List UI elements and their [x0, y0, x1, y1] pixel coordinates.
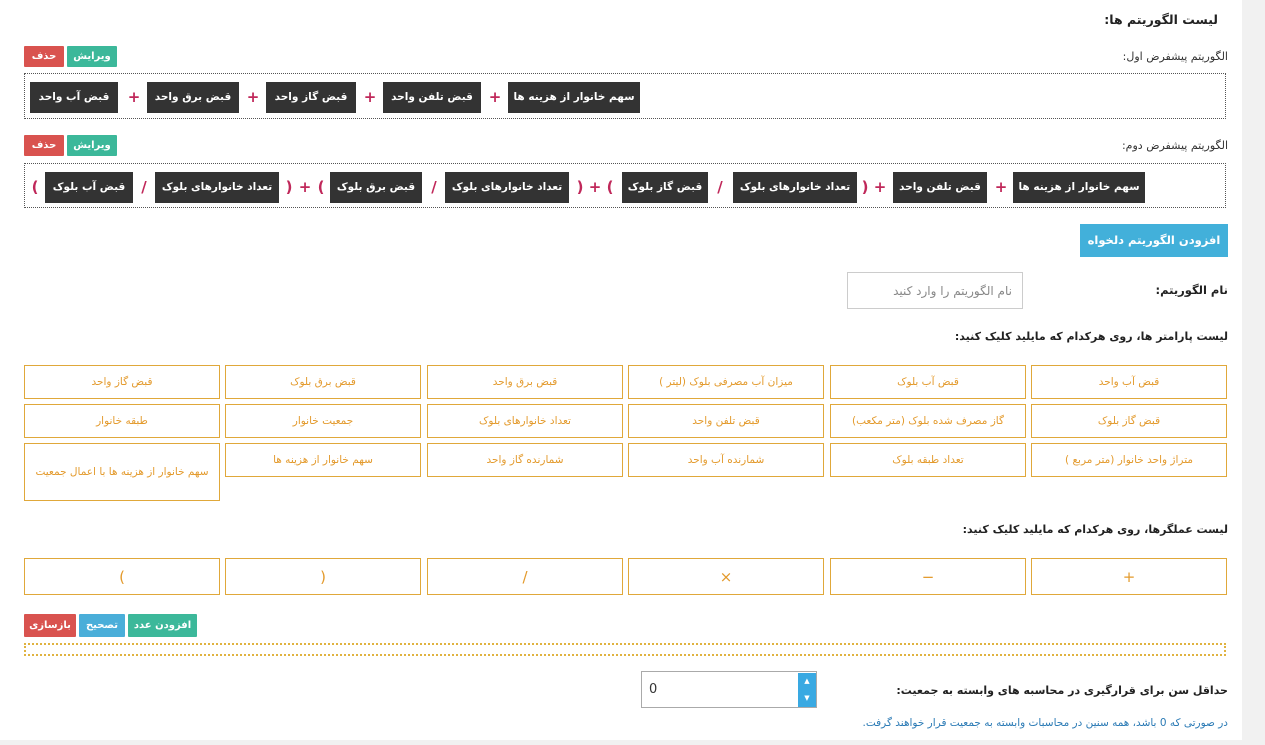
algorithm-1-edit-button[interactable]: ویرایش [67, 46, 117, 67]
page-title: لیست الگوریتم ها: [1104, 12, 1218, 27]
correct-button[interactable]: تصحیح [79, 614, 125, 637]
operator-multiply-button[interactable]: × [628, 558, 824, 595]
formula-operator: ) [317, 178, 325, 196]
formula-operator: ( [285, 178, 293, 196]
spin-down-icon[interactable]: ▼ [798, 690, 816, 707]
formula-operator: + [298, 178, 312, 196]
param-button[interactable]: قبض آب بلوک [830, 365, 1026, 399]
formula-token: سهم خانوار از هزینه ها [1013, 172, 1145, 203]
formula-token: تعداد خانوارهای بلوک [733, 172, 857, 203]
min-age-label: حداقل سن برای قرارگیری در محاسبه های واب… [896, 684, 1228, 697]
param-button[interactable]: تعداد خانوارهای بلوک [427, 404, 623, 438]
add-custom-algorithm-button[interactable]: افزودن الگوریتم دلخواه [1080, 224, 1228, 257]
algorithm-1-formula: سهم خانوار از هزینه ها + قبض تلفن واحد +… [24, 73, 1226, 119]
min-age-note: در صورتی که 0 باشد، همه سنین در محاسبات … [862, 717, 1228, 729]
formula-operator: + [246, 88, 260, 106]
param-button[interactable]: قبض تلفن واحد [628, 404, 824, 438]
param-button[interactable]: قبض برق بلوک [225, 365, 421, 399]
formula-operator: + [488, 88, 502, 106]
param-button[interactable]: طبقه خانوار [24, 404, 220, 438]
param-button[interactable]: قبض گاز بلوک [1031, 404, 1227, 438]
formula-operator: / [431, 178, 437, 196]
formula-operator: ) [606, 178, 614, 196]
formula-token: قبض تلفن واحد [383, 82, 481, 113]
formula-token: قبض گاز بلوک [622, 172, 708, 203]
algorithm-page: لیست الگوریتم ها: الگوریتم پیشفرض اول: و… [0, 0, 1242, 740]
param-button[interactable]: سهم خانوار از هزینه ها [225, 443, 421, 477]
params-list-label: لیست پارامتر ها، روی هرکدام که مایلید کل… [954, 330, 1228, 343]
algorithm-2-label: الگوریتم پیشفرض دوم: [1121, 139, 1228, 152]
formula-token: تعداد خانوارهای بلوک [445, 172, 569, 203]
formula-operator: ( [861, 178, 869, 196]
formula-operator: ) [31, 178, 39, 196]
formula-token: قبض آب بلوک [45, 172, 133, 203]
algorithm-1-label: الگوریتم پیشفرض اول: [1122, 50, 1228, 63]
param-button[interactable]: سهم خانوار از هزینه ها با اعمال جمعیت [24, 443, 220, 501]
operator-plus-button[interactable]: + [1031, 558, 1227, 595]
operator-divide-button[interactable]: / [427, 558, 623, 595]
spin-up-icon[interactable]: ▲ [798, 673, 816, 690]
formula-token: قبض برق واحد [147, 82, 239, 113]
formula-operator: + [873, 178, 887, 196]
param-button[interactable]: جمعیت خانوار [225, 404, 421, 438]
formula-operator: / [141, 178, 147, 196]
formula-operator: + [588, 178, 602, 196]
param-button[interactable]: شمارنده گاز واحد [427, 443, 623, 477]
reset-button[interactable]: بازسازی [24, 614, 76, 637]
operator-open-paren-button[interactable]: ( [225, 558, 421, 595]
formula-operator: + [994, 178, 1008, 196]
formula-operator: / [717, 178, 723, 196]
formula-token: سهم خانوار از هزینه ها [508, 82, 640, 113]
param-button[interactable]: میزان آب مصرفی بلوک (لیتر ) [628, 365, 824, 399]
param-button[interactable]: قبض برق واحد [427, 365, 623, 399]
min-age-input[interactable]: 0 ▲ ▼ [641, 671, 817, 708]
param-button[interactable]: شمارنده آب واحد [628, 443, 824, 477]
formula-token: قبض برق بلوک [330, 172, 422, 203]
algorithm-name-input[interactable] [847, 272, 1023, 309]
param-button[interactable]: تعداد طبقه بلوک [830, 443, 1026, 477]
algorithm-2-formula: سهم خانوار از هزینه ها + قبض تلفن واحد +… [24, 163, 1226, 208]
param-button[interactable]: گاز مصرف شده بلوک (متر مکعب) [830, 404, 1026, 438]
operator-minus-button[interactable]: − [830, 558, 1026, 595]
formula-operator: ( [576, 178, 584, 196]
algorithm-2-delete-button[interactable]: حذف [24, 135, 64, 156]
param-button[interactable]: قبض آب واحد [1031, 365, 1227, 399]
formula-token: قبض تلفن واحد [893, 172, 987, 203]
min-age-value: 0 [649, 682, 658, 697]
formula-token: قبض آب واحد [30, 82, 118, 113]
new-algorithm-formula-area [24, 643, 1226, 656]
formula-token: قبض گاز واحد [266, 82, 356, 113]
formula-token: تعداد خانوارهای بلوک [155, 172, 279, 203]
algorithm-name-label: نام الگوریتم: [1155, 283, 1228, 297]
operators-list-label: لیست عملگرها، روی هرکدام که مایلید کلیک … [962, 523, 1228, 536]
formula-operator: + [127, 88, 141, 106]
param-button[interactable]: قبض گاز واحد [24, 365, 220, 399]
param-button[interactable]: متراژ واحد خانوار (متر مربع ) [1031, 443, 1227, 477]
add-number-button[interactable]: افزودن عدد [128, 614, 197, 637]
operator-close-paren-button[interactable]: ) [24, 558, 220, 595]
algorithm-1-delete-button[interactable]: حذف [24, 46, 64, 67]
algorithm-2-edit-button[interactable]: ویرایش [67, 135, 117, 156]
formula-operator: + [363, 88, 377, 106]
